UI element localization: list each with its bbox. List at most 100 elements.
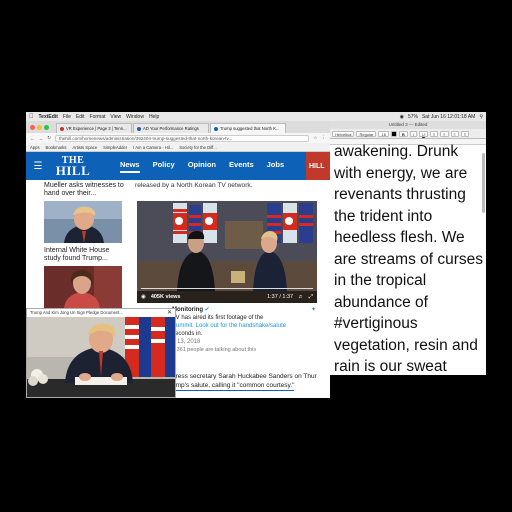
menu-view[interactable]: View xyxy=(110,114,121,120)
tab-trump-article[interactable]: Trump suggested that North K... xyxy=(210,123,286,133)
sidebar-news: Mueller asks witnesses to hand over thei… xyxy=(44,182,124,312)
tab-favicon-icon xyxy=(60,126,64,131)
tab-label: Trump suggested that North K... xyxy=(220,126,280,131)
apple-icon[interactable]:  xyxy=(29,114,34,120)
menu-app-name[interactable]: TextEdit xyxy=(39,114,58,120)
tweet-author[interactable]: Monitoring xyxy=(172,307,203,313)
tweet-line-3: seconds in. xyxy=(172,331,203,337)
nav-policy[interactable]: Policy xyxy=(153,160,175,173)
nav-events[interactable]: Events xyxy=(229,160,254,173)
bold-button[interactable]: B xyxy=(398,130,408,137)
fullscreen-icon[interactable]: ⤢ xyxy=(309,294,313,301)
close-icon[interactable]: ✕ xyxy=(167,309,172,316)
battery-label[interactable]: 57% xyxy=(408,114,418,120)
italic-button[interactable]: I xyxy=(409,130,417,137)
tab-favicon-icon xyxy=(214,126,218,131)
photo-window[interactable]: Trump And Kim Jong Un Sign Pledge Docume… xyxy=(26,308,176,398)
twitter-bird-icon[interactable]: ✦ xyxy=(311,306,316,314)
site-logo[interactable]: THE HILL xyxy=(50,155,96,178)
textedit-title-bar[interactable]: Untitled 3 — Edited xyxy=(330,121,486,129)
nav-opinion[interactable]: Opinion xyxy=(188,160,216,173)
bookmark-i-am-a-camera[interactable]: I Am a Camera - Hil... xyxy=(133,145,173,150)
video-progress-bar[interactable] xyxy=(141,287,313,289)
menu-edit[interactable]: Edit xyxy=(76,114,85,120)
forward-icon[interactable]: → xyxy=(39,136,44,141)
bookmark-apps[interactable]: Apps xyxy=(30,145,40,150)
wifi-icon[interactable]: ◉ xyxy=(400,114,404,120)
align-right-icon[interactable]: ≡ xyxy=(450,130,459,137)
site-header: ☰ THE HILL News Policy Opinion Events Jo… xyxy=(26,152,330,180)
bookmark-simpleadder[interactable]: SimpleAdder xyxy=(103,145,127,150)
search-icon[interactable]: ⚲ xyxy=(479,114,483,120)
document-text[interactable]: awakening. Drunk with energy, we are rev… xyxy=(334,141,484,375)
volume-icon[interactable]: ♬ xyxy=(298,294,304,300)
video-views: 405K views xyxy=(150,294,181,300)
embedded-tweet: Monitoring ✔ ✦ TV has aired its first fo… xyxy=(172,306,322,354)
photo-window-title: Trump And Kim Jong Un Sign Pledge Docume… xyxy=(30,310,123,315)
scrollbar[interactable] xyxy=(482,153,485,213)
body-line-1: press secretary Sarah Huckabee Sanders o… xyxy=(172,373,317,380)
clock[interactable]: Sat Jun 16 12:01:18 AM xyxy=(422,114,475,120)
underline-button[interactable]: U xyxy=(418,130,428,137)
bookmarks-bar: Apps Bookmarks Artists Space SimpleAdder… xyxy=(26,143,330,152)
article-area: released by a North Korean TV network. xyxy=(135,182,330,189)
menu-bar:  TextEdit File Edit Format View Window … xyxy=(26,112,486,121)
font-style-select[interactable]: Regular xyxy=(356,130,377,137)
logo-line-2: HILL xyxy=(55,162,91,178)
list-icon[interactable]: ≡ xyxy=(460,130,470,137)
sidebar-item-internal-study[interactable]: Internal White House study found Trump..… xyxy=(44,247,124,263)
signing-photo xyxy=(27,317,175,397)
thumbnail-trump[interactable] xyxy=(44,201,122,243)
tweet-talking[interactable]: 2,361 people are talking about this xyxy=(172,346,322,354)
bookmark-bookmarks[interactable]: Bookmarks xyxy=(46,145,67,150)
menu-window[interactable]: Window xyxy=(126,114,144,120)
back-icon[interactable]: ← xyxy=(30,136,35,141)
sidebar-item-mueller[interactable]: Mueller asks witnesses to hand over thei… xyxy=(44,182,124,198)
minimize-window-button[interactable] xyxy=(37,124,42,130)
tab-bar: VR Experience | Page 3 | Tenn... AD Your… xyxy=(26,121,330,133)
align-center-icon[interactable]: ≡ xyxy=(440,130,449,137)
textedit-window: Untitled 3 — Edited Helvetica Regular 18… xyxy=(330,121,486,375)
font-size-select[interactable]: 18 xyxy=(378,130,389,137)
tab-performance-ratings[interactable]: AD Your Performance Ratings xyxy=(133,123,209,133)
video-time: 1:37 / 1:37 xyxy=(267,294,294,300)
star-icon[interactable]: ☆ xyxy=(313,135,317,141)
body-line-2: ump's salute, calling it "common courtes… xyxy=(172,382,295,391)
menu-icon[interactable]: ⋮ xyxy=(321,135,326,141)
textedit-toolbar: Helvetica Regular 18 B I U ≡ ≡ ≡ ≡ xyxy=(330,129,486,139)
hamburger-icon[interactable]: ☰ xyxy=(26,161,50,172)
trump-photo xyxy=(44,201,122,243)
eye-icon: ◉ xyxy=(141,294,146,300)
woman-photo xyxy=(44,266,122,308)
bookmark-artists-space[interactable]: Artists Space xyxy=(73,145,98,150)
photo-window-title-bar: Trump And Kim Jong Un Sign Pledge Docume… xyxy=(27,309,175,317)
address-toolbar: ← → ↻ thehill.com/homenews/administratio… xyxy=(26,133,330,143)
menu-file[interactable]: File xyxy=(63,114,71,120)
menu-format[interactable]: Format xyxy=(90,114,106,120)
nav-jobs[interactable]: Jobs xyxy=(267,160,285,173)
thumbnail-woman[interactable] xyxy=(44,266,122,308)
tweet-line-2[interactable]: Summit. Look out for the handshake/salut… xyxy=(172,322,322,330)
verified-icon: ✔ xyxy=(204,307,210,313)
video-player[interactable]: ◉ 405K views 1:37 / 1:37 ♬ ⤢ xyxy=(137,201,317,303)
article-body: press secretary Sarah Huckabee Sanders o… xyxy=(172,372,332,391)
font-family-select[interactable]: Helvetica xyxy=(332,130,355,137)
tab-label: AD Your Performance Ratings xyxy=(143,126,199,131)
tab-favicon-icon xyxy=(137,126,141,131)
reload-icon[interactable]: ↻ xyxy=(47,135,51,141)
menu-help[interactable]: Help xyxy=(149,114,159,120)
tweet-line-1: TV has aired its first footage of the xyxy=(172,315,264,321)
tweet-date[interactable]: n 13, 2018 xyxy=(172,338,322,346)
close-window-button[interactable] xyxy=(30,124,35,130)
tab-vr-experience[interactable]: VR Experience | Page 3 | Tenn... xyxy=(56,123,132,133)
article-intro: released by a North Korean TV network. xyxy=(135,182,253,189)
tab-label: VR Experience | Page 3 | Tenn... xyxy=(66,126,127,131)
align-left-icon[interactable]: ≡ xyxy=(429,130,439,137)
url-bar[interactable]: thehill.com/homenews/administration/3924… xyxy=(55,134,310,142)
text-color-button[interactable] xyxy=(390,130,397,137)
video-controls: ◉ 405K views 1:37 / 1:37 ♬ ⤢ xyxy=(137,291,317,303)
nav-news[interactable]: News xyxy=(120,160,140,173)
zoom-window-button[interactable] xyxy=(44,124,49,130)
bookmark-society[interactable]: Society for the Diff... xyxy=(179,145,217,150)
nav-hill-tv[interactable]: HILL xyxy=(306,152,330,180)
